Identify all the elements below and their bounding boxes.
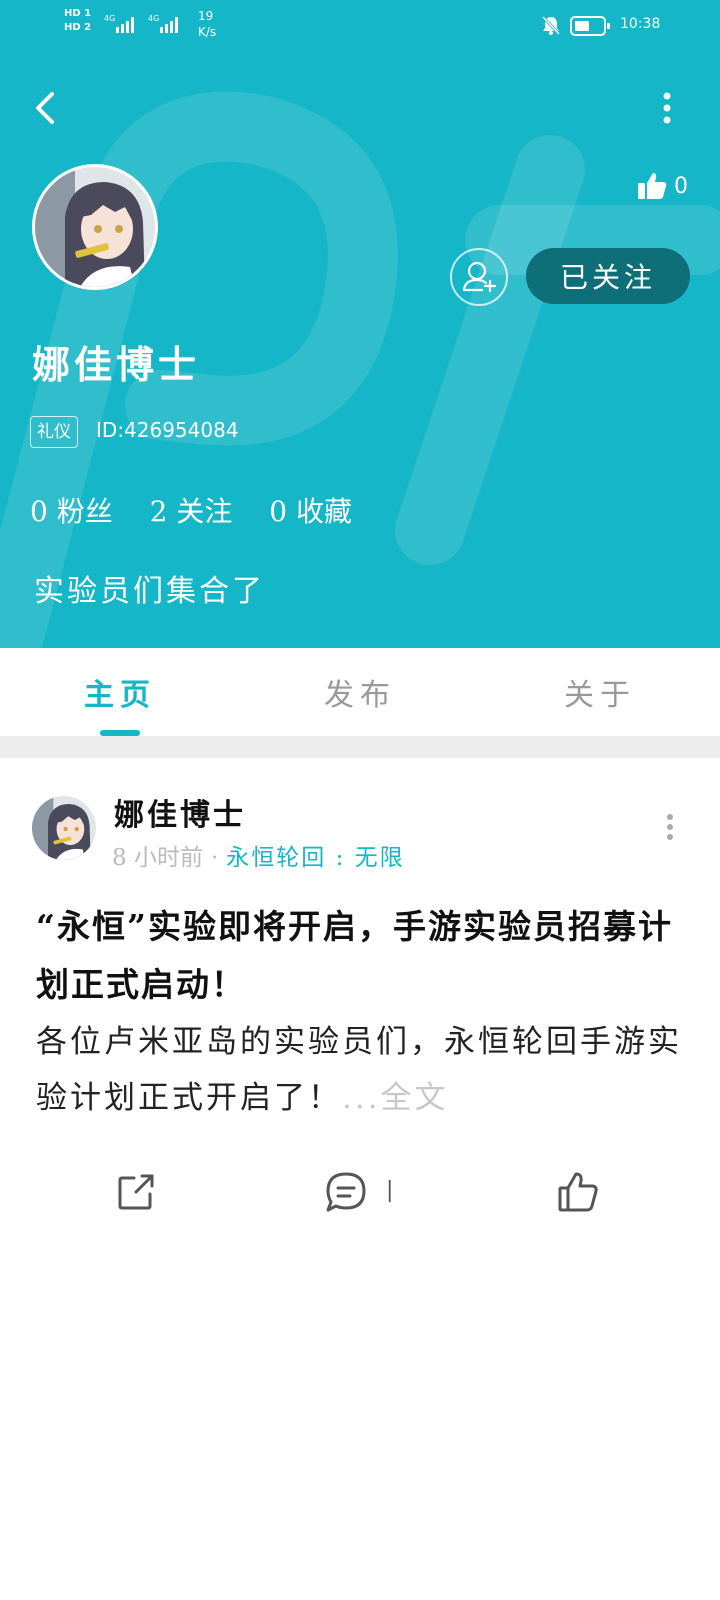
section-divider <box>0 736 720 758</box>
favorites-stat[interactable]: 0 收藏 <box>269 495 352 528</box>
thumbs-up-icon <box>638 173 667 199</box>
network-label-1: HD 1 <box>64 8 92 19</box>
profile-id: ID:426954084 <box>96 418 239 442</box>
battery-icon <box>570 16 610 36</box>
profile-name: 娜佳博士 <box>32 342 201 387</box>
post-author-name[interactable]: 娜佳博士 <box>114 790 246 834</box>
add-user-icon <box>462 261 497 293</box>
avatar-illustration <box>35 167 155 287</box>
meta-separator: · <box>210 845 219 871</box>
read-more-link[interactable]: ...全文 <box>342 1080 449 1116</box>
network-speed: 19 K/s <box>198 8 216 40</box>
profile-bio: 实验员们集合了 <box>34 574 265 609</box>
status-bar: HD 1 HD 2 4G 4G 19 K/s 10:38 <box>0 0 720 52</box>
tab-posts[interactable]: 发布 <box>280 670 440 714</box>
profile-avatar[interactable] <box>32 164 158 290</box>
speed-value: 19 <box>198 9 214 23</box>
following-stat[interactable]: 2 关注 <box>150 495 233 528</box>
tab-home[interactable]: 主页 <box>40 670 200 714</box>
speed-unit: K/s <box>198 25 217 39</box>
add-friend-button[interactable] <box>450 248 508 306</box>
profile-tabs: 主页 发布 关于 <box>0 648 720 734</box>
follow-button[interactable]: 已关注 <box>526 248 690 304</box>
more-options-icon[interactable] <box>652 88 682 128</box>
signal-icon: 4G <box>104 14 134 33</box>
tab-about[interactable]: 关于 <box>520 670 680 714</box>
post-topic-link[interactable]: 永恒轮回 : 无限 <box>226 845 404 871</box>
signal-label-2: 4G <box>148 14 159 23</box>
post-title[interactable]: “永恒”实验即将开启，手游实验员招募计划正式启动！ <box>36 898 686 1014</box>
comment-icon[interactable] <box>322 1168 370 1216</box>
profile-tag: 礼仪 <box>30 416 78 448</box>
bell-muted-icon <box>541 15 561 36</box>
profile-stats: 0 粉丝 2 关注 0 收藏 <box>30 490 380 530</box>
status-time: 10:38 <box>620 16 661 32</box>
post-author-avatar[interactable] <box>32 796 96 860</box>
likes-count: 0 <box>674 173 688 199</box>
signal-icon: 4G <box>148 14 178 33</box>
post-time: 8 小时前 <box>112 845 203 871</box>
comment-count: | <box>386 1178 394 1203</box>
fans-stat[interactable]: 0 粉丝 <box>30 495 113 528</box>
network-indicator: HD 1 HD 2 <box>64 7 91 35</box>
post-body[interactable]: 各位卢米亚岛的实验员们，永恒轮回手游实验计划正式开启了！...全文 <box>36 1014 686 1126</box>
post-more-icon[interactable] <box>660 812 680 842</box>
avatar-illustration <box>32 796 96 860</box>
back-arrow-icon[interactable] <box>30 88 66 128</box>
like-icon[interactable] <box>554 1168 602 1216</box>
post-meta: 8 小时前 · 永恒轮回 : 无限 <box>112 838 405 872</box>
profile-header: HD 1 HD 2 4G 4G 19 K/s 10:38 0 已关注 娜佳博士 … <box>0 0 720 648</box>
signal-label-1: 4G <box>104 14 115 23</box>
profile-likes[interactable]: 0 <box>636 170 688 202</box>
share-icon[interactable] <box>112 1168 160 1216</box>
network-label-2: HD 2 <box>64 22 92 33</box>
